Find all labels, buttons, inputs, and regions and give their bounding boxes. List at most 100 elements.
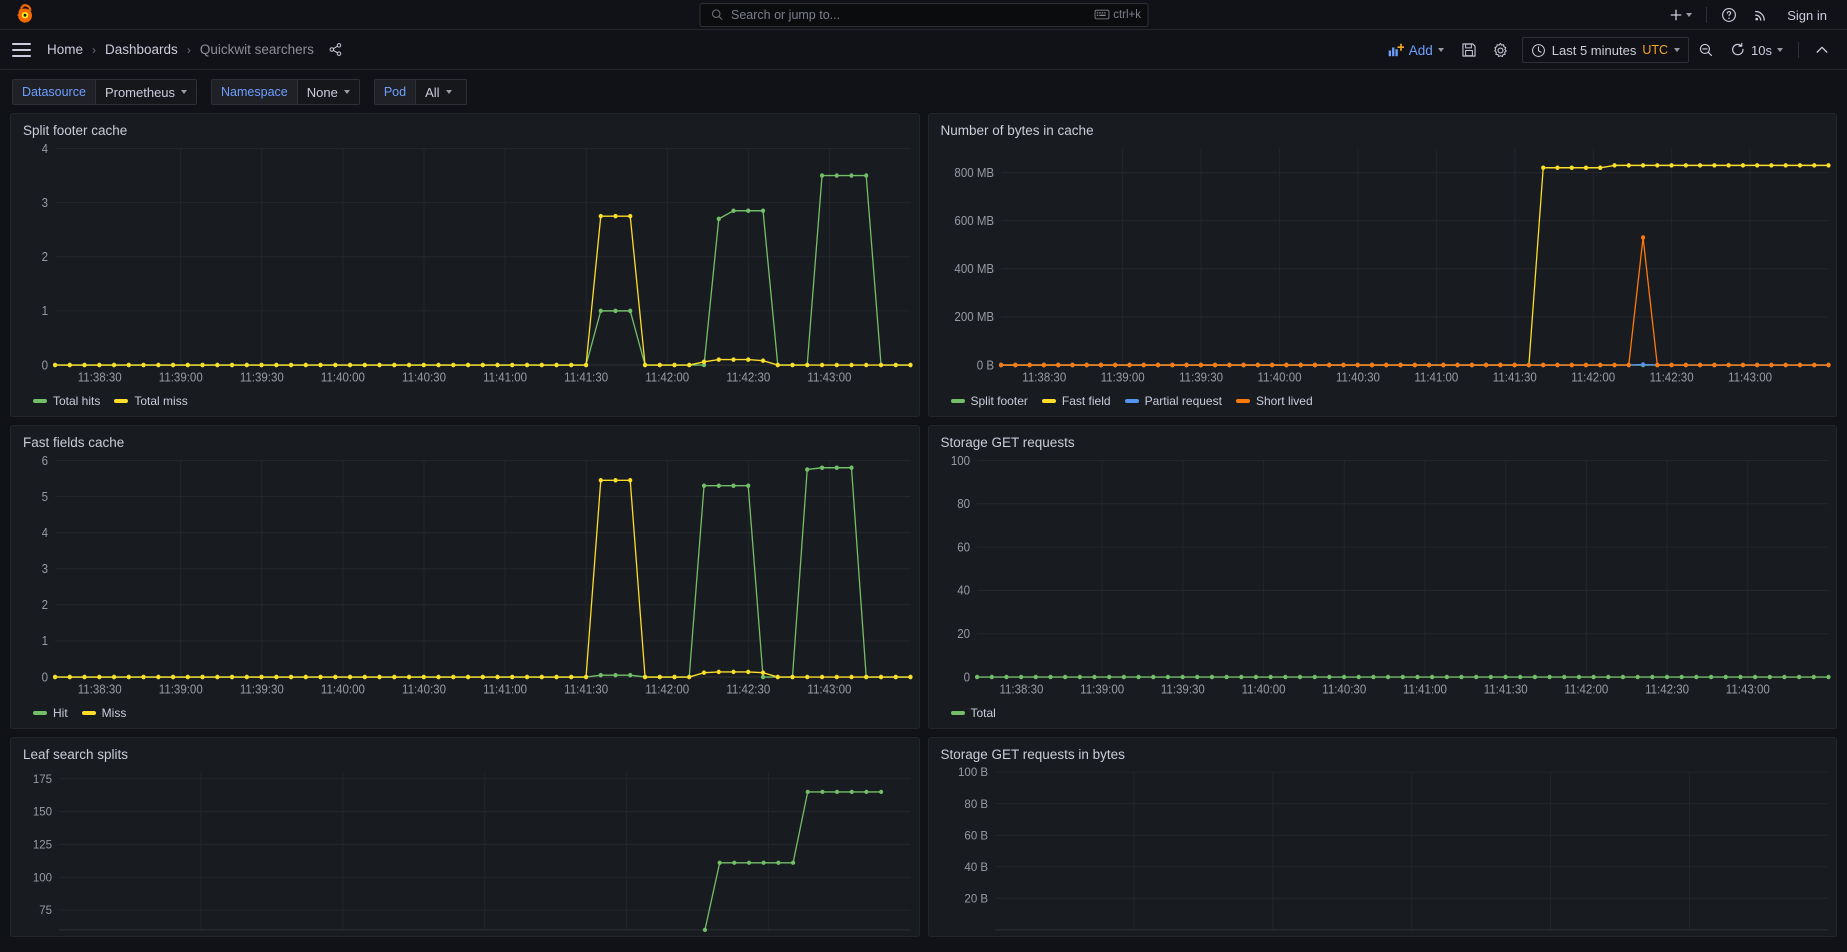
series-point [864, 173, 869, 178]
series-point [1811, 362, 1816, 368]
help-button[interactable] [1713, 3, 1745, 27]
series-point [819, 362, 825, 368]
series-point [1282, 674, 1287, 680]
chart-storage-get-requests-in-bytes[interactable]: 20 B 40 B 60 B 80 B 100 B [929, 766, 1837, 936]
legend-item[interactable]: Fast field [1041, 394, 1111, 408]
series-point [97, 362, 102, 368]
series-point [215, 362, 220, 368]
series-point [716, 483, 721, 488]
variable-datasource-select[interactable]: Prometheus [94, 79, 198, 105]
panel-title[interactable]: Leaf search splits [11, 738, 919, 766]
series-point [1635, 674, 1640, 680]
chart-fast-fields-cache[interactable]: 0 1 2 3 4 5 6 11:38:30 11:39:00 11:39:30 11:40:00 1… [11, 454, 919, 703]
variable-pod-select[interactable]: All [415, 79, 468, 105]
series-point [1326, 362, 1331, 368]
series-point [1668, 362, 1674, 368]
x-axis-tick: 11:41:00 [1402, 682, 1446, 697]
refresh-control[interactable]: 10s [1723, 37, 1790, 63]
series-point [716, 216, 721, 222]
series-point [790, 362, 795, 368]
sign-in-button[interactable]: Sign in [1777, 8, 1837, 23]
series-point [849, 173, 854, 178]
series-point [1640, 362, 1645, 367]
series-point [1526, 362, 1531, 368]
panel-storage-get-requests: Storage GET requests 0 20 40 60 80 100 11:38:3… [927, 425, 1837, 729]
series-point [1825, 163, 1831, 168]
legend-item[interactable]: Total miss [114, 394, 188, 408]
variable-datasource: Datasource Prometheus [12, 79, 198, 105]
series-point [377, 674, 382, 680]
save-dashboard-button[interactable] [1454, 36, 1484, 64]
chevron-down-icon [181, 90, 188, 94]
series-point [613, 308, 618, 314]
panel-title[interactable]: Storage GET requests in bytes [929, 738, 1837, 766]
y-axis-tick: 0 B [976, 358, 993, 373]
search-placeholder: Search or jump to... [731, 7, 841, 22]
panel-title[interactable]: Number of bytes in cache [929, 114, 1837, 142]
variable-namespace-select[interactable]: None [296, 79, 360, 105]
dashboard-settings-button[interactable] [1486, 36, 1516, 64]
zoom-out-time-range-button[interactable] [1691, 36, 1721, 64]
search-input[interactable]: Search or jump to... ctrl+k [699, 2, 1148, 27]
series-point [583, 674, 589, 680]
series-point [805, 789, 810, 795]
series-point [347, 362, 353, 368]
legend-item[interactable]: Miss [81, 706, 127, 720]
panel-title[interactable]: Fast fields cache [11, 426, 919, 454]
refresh-interval-label: 10s [1751, 42, 1772, 58]
series-point [569, 674, 574, 680]
panel-chart-area[interactable]: 20 B 40 B 60 B 80 B 100 B [929, 766, 1837, 936]
series-point [392, 362, 397, 368]
breadcrumb-item-dashboards[interactable]: Dashboards [105, 42, 178, 57]
series-point [1253, 674, 1258, 680]
legend-item[interactable]: Partial request [1124, 394, 1222, 408]
series-point [1825, 362, 1831, 368]
legend-item[interactable]: Split footer [950, 394, 1028, 408]
chart-storage-get-requests[interactable]: 0 20 40 60 80 100 11:38:30 11:39:00 11:39:30 11:4… [929, 454, 1837, 703]
legend-label: Miss [101, 706, 127, 720]
share-nodes-icon[interactable] [328, 42, 343, 57]
series-point [1385, 674, 1390, 680]
series-point [998, 362, 1003, 368]
series-point [1554, 165, 1560, 171]
series-point [849, 674, 854, 680]
panel-chart-area[interactable]: 0 1 2 3 4 5 6 11:38:30 11:39:00 11:39:30 11:40:00 1… [11, 454, 919, 703]
series-point [1752, 674, 1757, 680]
panel-title[interactable]: Split footer cache [11, 114, 919, 142]
time-range-picker[interactable]: Last 5 minutes UTC [1521, 37, 1690, 63]
panel-split-footer-cache: Split footer cache 0 1 2 3 4 11:38:30 11:39:00… [10, 113, 920, 417]
series-point [1640, 235, 1645, 240]
add-panel-button[interactable]: Add [1380, 39, 1452, 62]
grafana-logo-icon[interactable] [12, 2, 38, 28]
series-point [760, 358, 766, 363]
series-point [1155, 362, 1160, 368]
chart-split-footer-cache[interactable]: 0 1 2 3 4 11:38:30 11:39:00 11:39:30 11:40:00 11:… [11, 142, 919, 391]
series-point [628, 672, 633, 678]
panel-title[interactable]: Storage GET requests [929, 426, 1837, 454]
series-point [598, 213, 603, 219]
series-point [554, 674, 559, 680]
series-point [1532, 674, 1537, 680]
legend-item[interactable]: Total [950, 706, 996, 720]
series-point [1683, 163, 1688, 168]
series-point [760, 674, 766, 680]
chart-number-of-bytes-in-cache[interactable]: 0 B 200 MB 400 MB 600 MB 800 MB 11:38:30 11:39… [929, 142, 1837, 391]
x-axis-tick: 11:38:30 [78, 370, 122, 385]
legend-item[interactable]: Total hits [33, 394, 100, 408]
panel-chart-area[interactable]: 0 B 200 MB 400 MB 600 MB 800 MB 11:38:30 11:39… [929, 142, 1837, 391]
news-button[interactable] [1745, 3, 1777, 27]
breadcrumb-item-home[interactable]: Home [47, 42, 83, 57]
hamburger-menu-icon[interactable] [12, 42, 31, 57]
panel-chart-area[interactable]: 0 20 40 60 80 100 11:38:30 11:39:00 11:39:30 11:4… [929, 454, 1837, 703]
legend-item[interactable]: Hit [33, 706, 68, 720]
panel-chart-area[interactable]: 75 100 125 150 175 [11, 766, 919, 936]
chart-leaf-search-splits[interactable]: 75 100 125 150 175 [11, 766, 919, 936]
legend-item[interactable]: Short lived [1235, 394, 1313, 408]
series-point [1583, 165, 1588, 171]
create-new-button[interactable] [1661, 3, 1700, 27]
series-point [1590, 674, 1596, 680]
panel-chart-area[interactable]: 0 1 2 3 4 11:38:30 11:39:00 11:39:30 11:40:00 11:… [11, 142, 919, 391]
series-point [52, 674, 58, 680]
collapse-toolbar-button[interactable] [1807, 36, 1837, 64]
series-point [1383, 362, 1388, 368]
